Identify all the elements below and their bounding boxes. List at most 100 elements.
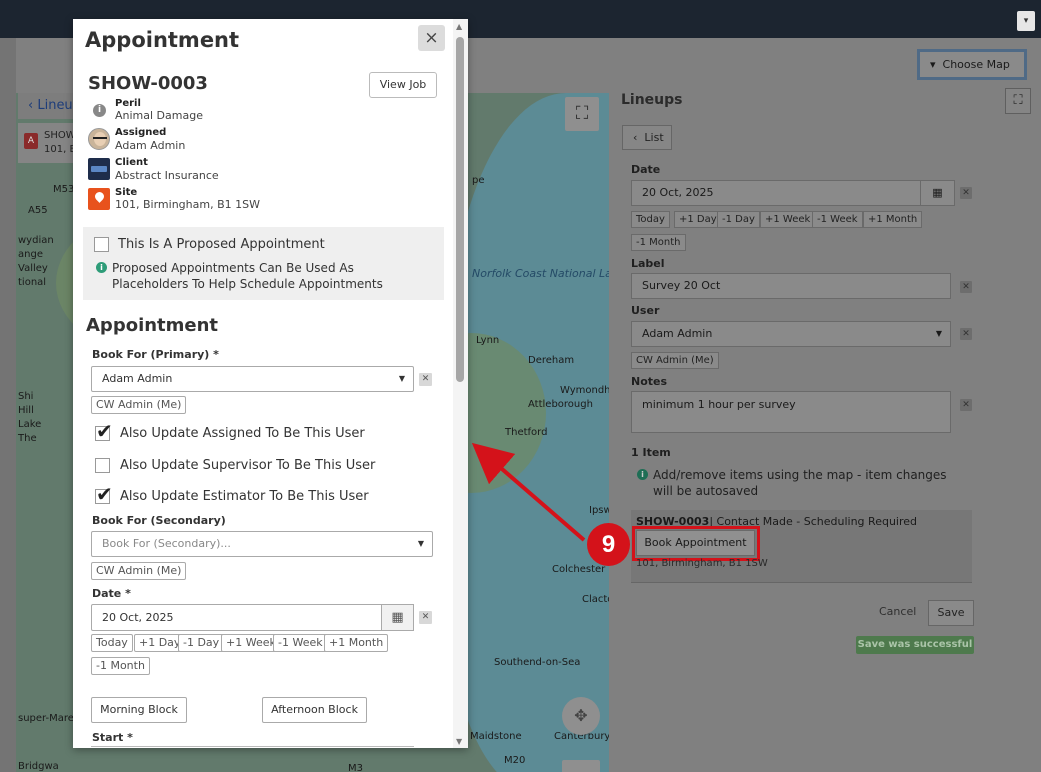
map-label: Valley [18,263,48,274]
map-label: M20 [504,755,526,766]
cw-admin-chip[interactable]: CW Admin (Me) [91,396,187,414]
date-chip[interactable]: Today [91,634,133,652]
site-value: 101, Birmingham, B1 1SW [115,198,260,211]
section-title: Appointment [86,315,219,336]
update-supervisor-label: Also Update Supervisor To Be This User [120,458,376,473]
notes-textarea[interactable]: minimum 1 hour per survey [631,391,951,433]
clear-icon[interactable]: ✕ [960,328,972,340]
choose-map-label: Choose Map [942,58,1010,71]
morning-block-button[interactable]: Morning Block [91,697,187,723]
calendar-icon[interactable]: ▦ [920,180,955,206]
lineups-back-link[interactable]: ‹ Lineu [18,93,78,119]
date-chip[interactable]: -1 Day [717,211,760,228]
start-label: Start * [92,731,133,744]
success-badge: Save was successful [856,636,974,654]
step-number-badge: 9 [587,523,630,566]
proposed-checkbox[interactable] [94,237,109,252]
user-value: Adam Admin [642,327,713,340]
cancel-button[interactable]: Cancel [879,605,916,618]
clear-icon[interactable]: ✕ [960,281,972,293]
update-supervisor-checkbox[interactable] [95,458,110,473]
user-chip[interactable]: CW Admin (Me) [631,352,719,369]
calendar-icon[interactable]: ▦ [381,604,414,631]
chevron-down-icon[interactable]: ▾ [1017,11,1035,31]
close-icon[interactable]: × [418,25,445,51]
date-chip[interactable]: Today [631,211,670,228]
assigned-value: Adam Admin [115,139,186,152]
assigned-label: Assigned [115,127,167,138]
map-label: The [18,433,37,444]
cw-admin-chip[interactable]: CW Admin (Me) [91,562,187,580]
update-estimator-checkbox[interactable] [95,482,113,506]
map-label: Lynn [476,335,500,346]
map-label: Southend-on-Sea [494,657,581,668]
choose-map-button[interactable]: ▾ Choose Map [917,49,1027,80]
update-assigned-checkbox[interactable] [95,419,113,443]
date-chip[interactable]: -1 Week [812,211,863,228]
date-chip[interactable]: -1 Week [273,634,328,652]
scrollbar-thumb[interactable] [456,37,464,382]
job-id: SHOW-0003 [88,73,208,94]
notes-label: Notes [631,375,668,388]
map-label: Ipswich [589,505,609,516]
chevron-down-icon: ▼ [417,539,424,548]
map-label: A55 [28,205,48,216]
date-chip[interactable]: +1 Month [863,211,923,228]
book-primary-select[interactable]: Adam Admin ▼ [91,366,414,392]
map-label: Maidstone [470,731,522,742]
user-label: User [631,304,660,317]
site-label: Site [115,187,138,198]
scroll-down-icon[interactable]: ▼ [456,737,462,746]
street-view-icon[interactable] [562,760,600,772]
map-label: M3 [348,763,363,772]
save-button[interactable]: Save [928,600,974,626]
list-label: List [644,131,664,144]
map-label: Clacton- [582,594,609,605]
start-input[interactable] [91,746,414,756]
clear-icon[interactable]: ✕ [960,399,972,411]
map-label: pe [472,175,485,186]
view-job-button[interactable]: View Job [369,72,437,98]
map-pan-icon[interactable]: ✥ [562,697,600,735]
map-label: Bridgwa [18,761,59,772]
date-chip[interactable]: -1 Month [631,234,686,251]
caret-icon: ▾ [930,58,936,71]
peril-label: Peril [115,98,141,109]
scroll-up-icon[interactable]: ▲ [456,22,462,31]
map-label: Wymondh [560,385,609,396]
date-chip[interactable]: -1 Day [178,634,225,652]
expand-icon[interactable]: ⛶ [1005,88,1031,114]
items-info-text: Add/remove items using the map - item ch… [653,468,947,498]
map-label: tional [18,277,47,288]
date-chip[interactable]: -1 Month [91,657,150,675]
date-chip[interactable]: +1 Week [760,211,816,228]
lineup-list-item[interactable]: A SHOW 101, Bi [18,123,79,163]
user-select[interactable]: Adam Admin ▼ [631,321,951,347]
book-primary-label: Book For (Primary) * [92,348,219,361]
clear-icon[interactable]: ✕ [419,611,432,624]
left-panel [0,38,16,772]
date-input[interactable]: 20 Oct, 2025 [91,604,382,631]
map-label: Thetford [505,427,548,438]
date-input[interactable]: 20 Oct, 2025 [631,180,921,206]
map-label: super-Mare [18,713,74,724]
date-chip[interactable]: +1 Month [324,634,389,652]
book-primary-value: Adam Admin [102,372,173,385]
date-chip[interactable]: +1 Day [674,211,722,228]
label-input[interactable]: Survey 20 Oct [631,273,951,299]
proposed-hint: Proposed Appointments Can Be Used As Pla… [112,261,383,291]
map-label: Hill [18,405,34,416]
date-chip[interactable]: +1 Week [221,634,281,652]
label-label: Label [631,257,665,270]
map-fullscreen-icon[interactable]: ⛶ [565,97,599,131]
lineups-back-label: Lineu [37,98,73,113]
clear-icon[interactable]: ✕ [960,187,972,199]
book-secondary-select[interactable]: Book For (Secondary)... ▼ [91,531,433,557]
info-icon: i [96,262,107,273]
map-pin-icon [88,188,110,210]
afternoon-block-button[interactable]: Afternoon Block [262,697,367,723]
item-badge: A [24,133,38,149]
clear-icon[interactable]: ✕ [419,373,432,386]
list-button[interactable]: ‹ List [622,125,672,150]
client-logo-icon [88,158,110,180]
